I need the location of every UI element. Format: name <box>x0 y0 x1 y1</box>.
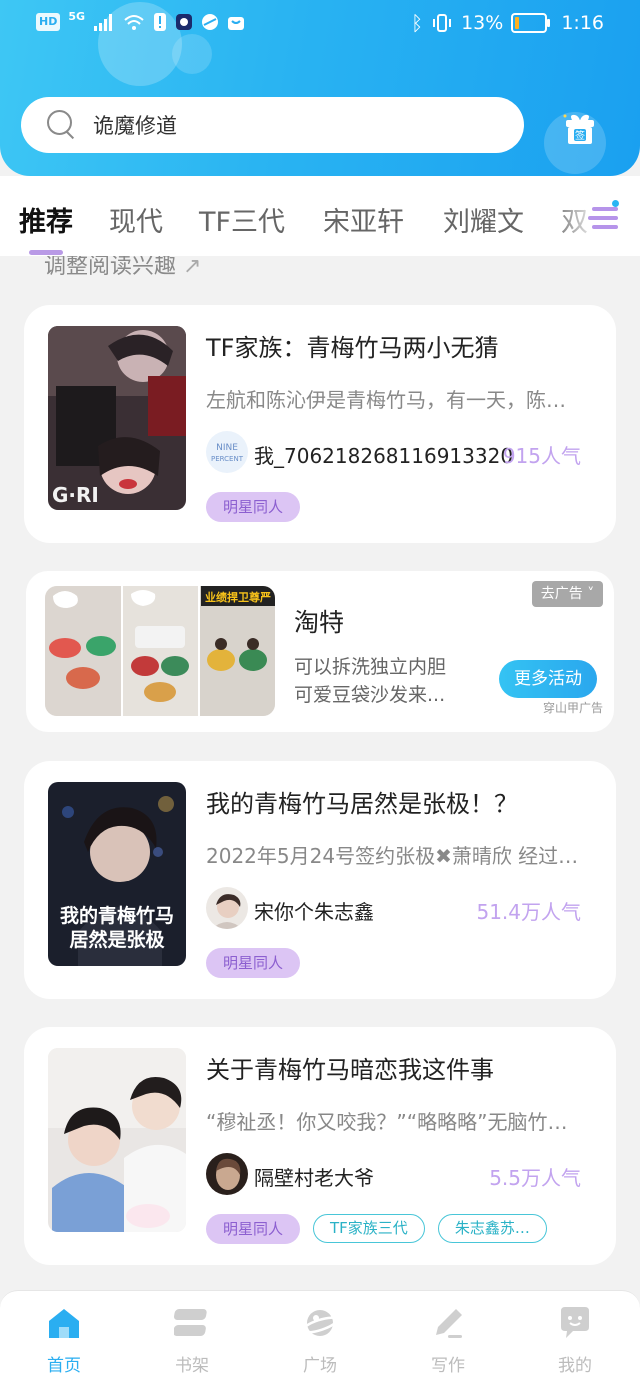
alert-icon <box>154 13 167 31</box>
cover-title-line1: 我的青梅竹马 <box>60 904 174 927</box>
book-title: 关于青梅竹马暗恋我这件事 <box>206 1056 494 1084</box>
tag-chip[interactable]: 明星同人 <box>206 492 301 522</box>
clock: 1:16 <box>561 12 604 34</box>
tab-song-yaxuan[interactable]: 宋亚轩 <box>323 200 404 239</box>
category-tabs: 推荐 现代 TF三代 宋亚轩 刘耀文 双 <box>0 176 640 256</box>
nav-bookshelf[interactable]: 书架 <box>152 1305 232 1376</box>
bluetooth-icon: ᛒ <box>411 11 424 35</box>
nav-write[interactable]: 写作 <box>408 1305 488 1376</box>
nav-me[interactable]: 我的 <box>535 1305 615 1376</box>
author-row: 隔壁村老大爷 5.5万人气 <box>206 1153 581 1197</box>
popularity-count: 915人气 <box>502 444 581 468</box>
signal-bars-icon <box>94 14 113 31</box>
ad-dismiss-button[interactable]: 去广告 ˅ <box>532 581 603 607</box>
author-row: 宋你个朱志鑫 51.4万人气 <box>206 887 581 931</box>
tab-recommend[interactable]: 推荐 <box>19 200 73 239</box>
avatar-badge-line2: PERCENT <box>211 455 244 463</box>
search-bar[interactable]: 诡魔修道 <box>21 97 524 153</box>
book-cover: 我的青梅竹马 居然是张极 <box>48 782 186 966</box>
vibrate-icon <box>433 14 452 32</box>
ad-image-caption: 业绩捍卫尊严 <box>205 590 271 604</box>
chat-bubble-icon <box>561 1307 589 1338</box>
app-notification-icon <box>176 14 193 30</box>
avatar <box>206 1153 248 1195</box>
checkin-gift-icon[interactable]: 签 <box>563 112 597 146</box>
tab-tf-third-gen[interactable]: TF三代 <box>199 200 285 239</box>
battery-level <box>515 17 520 29</box>
book-description: “穆祉丞！你又咬我？”“略略略”无脑竹… <box>206 1110 568 1134</box>
book-card[interactable]: 我的青梅竹马 居然是张极 我的青梅竹马居然是张极！？ 2022年5月24号签约张… <box>24 761 616 999</box>
ad-card[interactable]: 业绩捍卫尊严 淘特 可以拆洗独立内胆可爱豆袋沙发来... 更多活动 去广告 ˅ … <box>26 571 614 732</box>
tag-list: 明星同人 TF家族三代 朱志鑫苏… <box>206 1214 547 1244</box>
nav-label: 广场 <box>303 1356 337 1376</box>
tab-liu-yaowen[interactable]: 刘耀文 <box>443 200 524 239</box>
signal-icon: 5G <box>68 9 86 23</box>
bookshelf-icon <box>174 1309 207 1336</box>
ad-source: 穿山甲广告 <box>543 701 604 715</box>
tag-list: 明星同人 <box>206 492 301 522</box>
book-card[interactable]: 关于青梅竹马暗恋我这件事 “穆祉丞！你又咬我？”“略略略”无脑竹… 隔壁村老大爷… <box>24 1027 616 1265</box>
hd-indicator: HD <box>36 13 61 31</box>
home-icon <box>49 1309 79 1338</box>
author-name: 宋你个朱志鑫 <box>254 900 374 924</box>
author-name: 我_706218268116913320 <box>254 444 514 468</box>
wifi-icon <box>124 15 144 30</box>
author-row: NINE PERCENT 我_706218268116913320 915人气 <box>206 431 581 475</box>
battery-icon <box>511 13 551 33</box>
tag-chip[interactable]: 明星同人 <box>206 1214 301 1244</box>
avatar: NINE PERCENT <box>206 431 248 473</box>
nav-label: 书架 <box>175 1356 209 1376</box>
book-title: 我的青梅竹马居然是张极！？ <box>206 790 518 818</box>
status-bar: HD 5G ᛒ 13% 1:16 <box>0 0 640 50</box>
menu-badge-dot <box>612 200 619 207</box>
nav-label: 我的 <box>558 1356 592 1376</box>
active-tab-indicator <box>29 250 63 255</box>
tab-menu-icon[interactable] <box>588 203 622 233</box>
battery-percent: 13% <box>461 12 504 34</box>
planet-icon <box>302 1310 338 1336</box>
app-header: HD 5G ᛒ 13% 1:16 诡魔修道 签 <box>0 0 640 176</box>
popularity-count: 5.5万人气 <box>489 1166 581 1190</box>
pen-icon <box>436 1309 462 1338</box>
ad-more-button[interactable]: 更多活动 <box>499 660 597 698</box>
ad-image: 业绩捍卫尊严 <box>45 586 275 716</box>
cover-title-line2: 居然是张极 <box>69 928 165 951</box>
book-cover: G·RI <box>48 326 186 510</box>
nav-label: 首页 <box>47 1356 81 1376</box>
nav-square[interactable]: 广场 <box>280 1305 360 1376</box>
book-description: 2022年5月24号签约张极✖萧晴欣 经过… <box>206 844 579 868</box>
book-cover <box>48 1048 186 1232</box>
chevron-right-icon: ↗ <box>183 254 202 279</box>
checkin-label: 签 <box>575 129 585 142</box>
svg-text:G·RI: G·RI <box>52 483 99 507</box>
tag-chip[interactable]: 朱志鑫苏… <box>437 1214 547 1243</box>
avatar <box>206 887 248 929</box>
ad-description: 可以拆洗独立内胆可爱豆袋沙发来... <box>294 656 447 706</box>
tab-modern[interactable]: 现代 <box>109 200 163 239</box>
tag-list: 明星同人 <box>206 948 301 978</box>
ad-title: 淘特 <box>294 608 345 637</box>
bag-icon <box>228 17 245 30</box>
search-suggestion: 诡魔修道 <box>93 114 177 138</box>
tag-chip[interactable]: 明星同人 <box>206 948 301 978</box>
nav-home[interactable]: 首页 <box>24 1305 104 1376</box>
avatar-badge-line1: NINE <box>216 443 238 453</box>
author-name: 隔壁村老大爷 <box>254 1166 374 1190</box>
nav-label: 写作 <box>431 1356 465 1376</box>
book-card[interactable]: G·RI TF家族：青梅竹马两小无猜 左航和陈沁伊是青梅竹马，有一天，陈… NI… <box>24 305 616 543</box>
search-icon <box>47 110 77 140</box>
bottom-navigation: 首页 书架 广场 写作 我的 <box>0 1290 640 1388</box>
popularity-count: 51.4万人气 <box>476 900 581 924</box>
tag-chip[interactable]: TF家族三代 <box>313 1214 425 1243</box>
book-title: TF家族：青梅竹马两小无猜 <box>206 334 499 362</box>
interest-link-label: 调整阅读兴趣 <box>44 254 177 279</box>
browser-icon <box>202 14 219 30</box>
book-description: 左航和陈沁伊是青梅竹马，有一天，陈… <box>206 388 566 412</box>
